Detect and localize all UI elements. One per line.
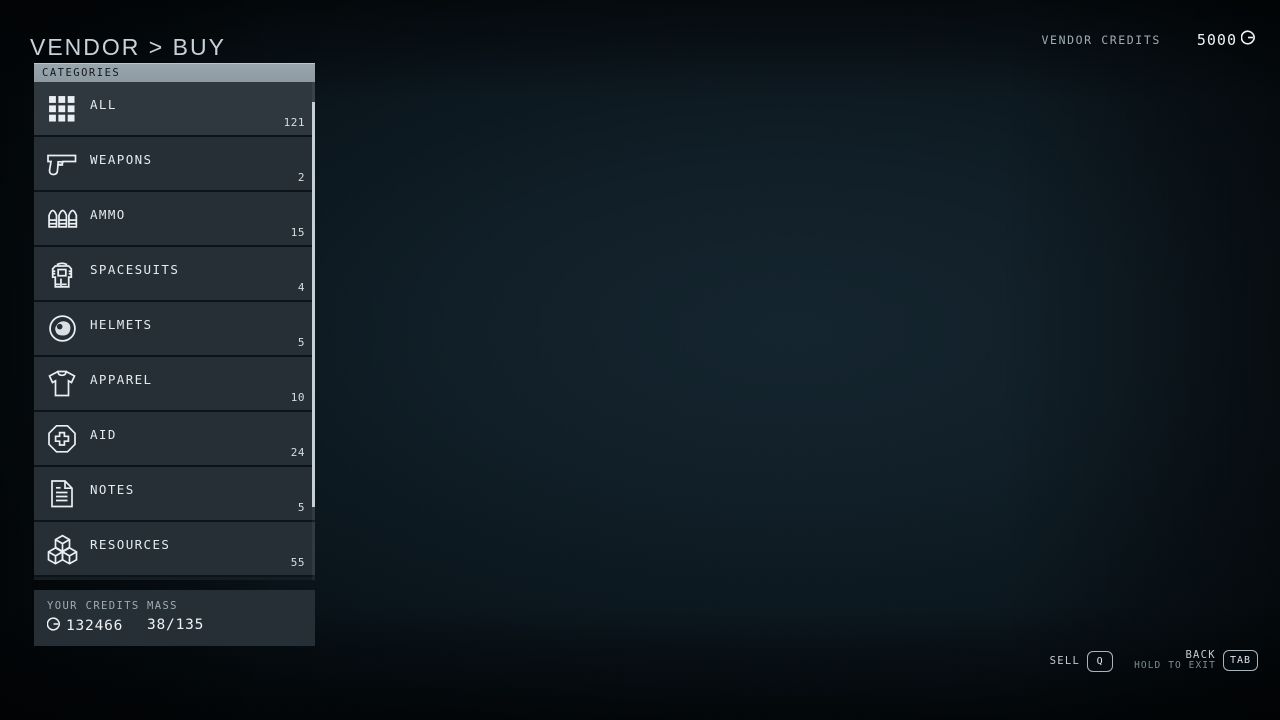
note-icon xyxy=(34,476,90,509)
category-list: ALL 121 WEAPONS 2 AMMO 15 SPACESUITS 4 HELMETS 5 A… xyxy=(34,82,315,580)
category-row-all[interactable]: ALL 121 xyxy=(34,82,315,137)
category-label: WEAPONS xyxy=(90,152,153,167)
category-count: 4 xyxy=(297,281,305,294)
category-row-weapons[interactable]: WEAPONS 2 xyxy=(34,137,315,192)
category-count: 10 xyxy=(290,391,305,404)
pistol-icon xyxy=(34,146,90,177)
category-label: APPAREL xyxy=(90,372,153,387)
spacesuit-icon xyxy=(34,256,90,290)
page-title: VENDOR > BUY xyxy=(30,34,226,60)
categories-panel: CATEGORIES ALL 121 WEAPONS 2 AMMO 15 SPACESUIT… xyxy=(34,63,315,580)
helmet-icon xyxy=(34,311,90,343)
control-hint-label: SELL xyxy=(1049,655,1081,668)
vendor-credits-amount: 5000 xyxy=(1196,30,1237,49)
category-count: 5 xyxy=(297,501,305,514)
control-hint-texts: BACK HOLD TO EXIT xyxy=(1134,649,1216,672)
credit-icon xyxy=(1240,30,1256,49)
category-row-notes[interactable]: NOTES 5 xyxy=(34,467,315,522)
category-count: 5 xyxy=(297,336,305,349)
category-row-helmets[interactable]: HELMETS 5 xyxy=(34,302,315,357)
category-row-apparel[interactable]: APPAREL 10 xyxy=(34,357,315,412)
category-label: AMMO xyxy=(90,207,126,222)
player-mass-stat: MASS 38/135 xyxy=(147,600,204,646)
categories-header: CATEGORIES xyxy=(34,63,315,82)
player-stats-panel: YOUR CREDITS 132466 MASS 38/135 xyxy=(34,590,315,646)
category-count: 15 xyxy=(290,226,305,239)
player-credits-label: YOUR CREDITS xyxy=(47,600,140,612)
key-cap[interactable]: TAB xyxy=(1222,650,1258,671)
player-credits-amount: 132466 xyxy=(66,618,124,634)
category-scrollbar-thumb[interactable] xyxy=(312,102,315,507)
category-count: 24 xyxy=(290,446,305,459)
player-credits-value-group: 132466 xyxy=(46,617,147,635)
medkit-icon xyxy=(34,421,90,454)
category-label: NOTES xyxy=(90,482,135,497)
control-hint-sell[interactable]: SELL Q xyxy=(1050,651,1114,672)
category-row-spacesuits[interactable]: SPACESUITS 4 xyxy=(34,247,315,302)
category-row-resources[interactable]: RESOURCES 55 xyxy=(34,522,315,577)
vendor-credits-label: VENDOR CREDITS xyxy=(1041,32,1161,47)
control-hint-sublabel: HOLD TO EXIT xyxy=(1134,660,1216,672)
vendor-credits-value-group: 5000 xyxy=(1197,30,1256,49)
player-mass-label: MASS xyxy=(147,600,178,612)
grid-icon xyxy=(34,91,90,124)
category-row-aid[interactable]: AID 24 xyxy=(34,412,315,467)
category-count: 55 xyxy=(290,556,305,569)
control-hints: SELL Q BACK HOLD TO EXIT TAB xyxy=(1050,649,1258,672)
category-label: SPACESUITS xyxy=(90,262,180,277)
key-cap[interactable]: Q xyxy=(1087,651,1114,672)
control-hint-texts: SELL xyxy=(1050,655,1081,667)
player-credits-stat: YOUR CREDITS 132466 xyxy=(46,600,147,646)
category-row-ammo[interactable]: AMMO 15 xyxy=(34,192,315,247)
control-hint-back[interactable]: BACK HOLD TO EXIT TAB xyxy=(1134,649,1258,672)
cubes-icon xyxy=(34,531,90,565)
bullets-icon xyxy=(34,201,90,230)
category-count: 2 xyxy=(297,171,305,184)
category-label: ALL xyxy=(90,97,117,112)
category-label: AID xyxy=(90,427,117,442)
category-count: 121 xyxy=(283,116,305,129)
vendor-credits: VENDOR CREDITS 5000 xyxy=(1042,30,1256,49)
tshirt-icon xyxy=(34,366,90,398)
category-scrollbar-track[interactable] xyxy=(312,82,315,580)
category-label: RESOURCES xyxy=(90,537,171,552)
category-label: HELMETS xyxy=(90,317,153,332)
player-mass-value: 38/135 xyxy=(147,617,205,633)
credit-icon xyxy=(46,617,61,635)
